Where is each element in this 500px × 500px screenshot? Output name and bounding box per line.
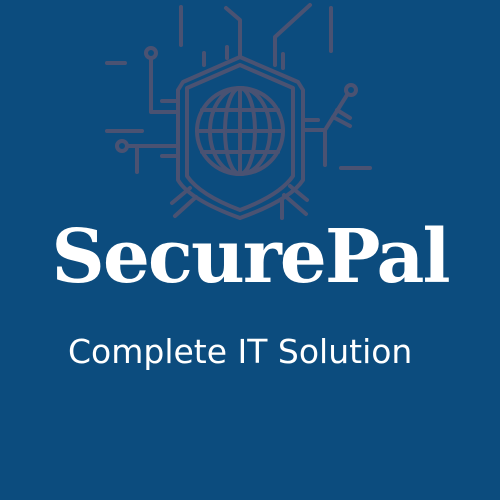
brand-name: SecurePal [51,214,450,300]
brand-tagline: Complete IT Solution [68,332,413,371]
